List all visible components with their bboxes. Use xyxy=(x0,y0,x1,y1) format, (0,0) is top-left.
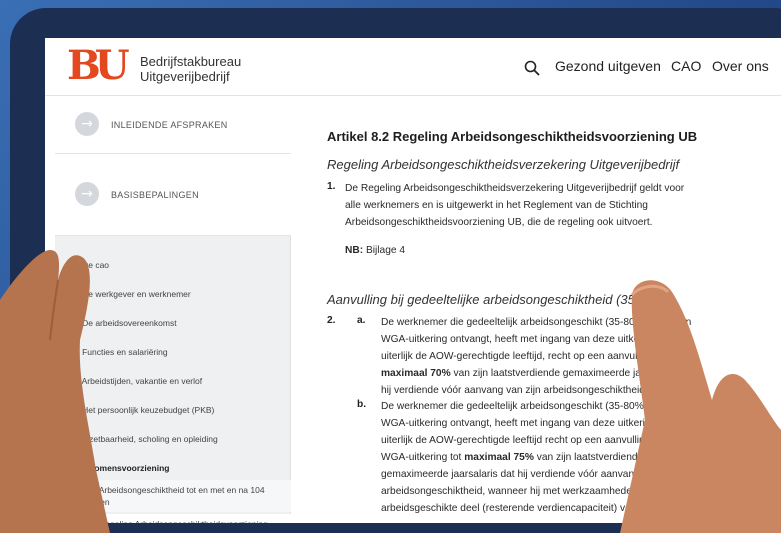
left-hand-illustration xyxy=(0,250,781,533)
